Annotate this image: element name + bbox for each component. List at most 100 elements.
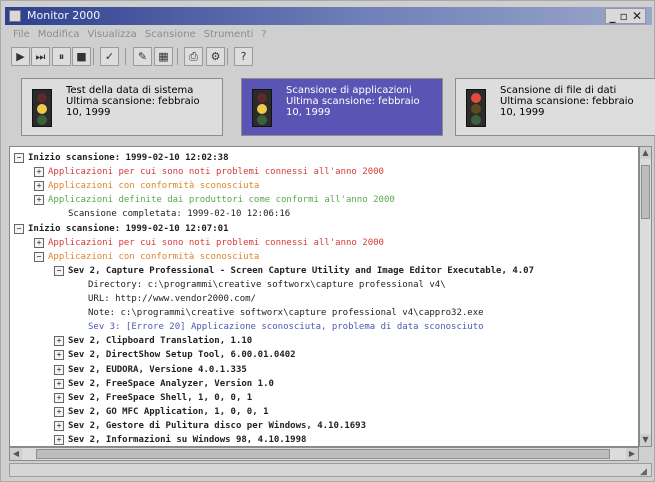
log-text: Note: c:\programmi\creative softworx\cap…	[88, 308, 484, 319]
scan-card-line: Scansione di applicazioni	[286, 85, 412, 96]
scroll-left-icon[interactable]: ◀	[10, 448, 22, 460]
log-row: + Applicazioni con conformità sconosciuta	[10, 179, 638, 193]
scan-card-text: Scansione di file di dati Ultima scansion…	[500, 85, 654, 118]
scan-cards: Test della data di sistema Ultima scansio…	[9, 75, 655, 141]
tree-toggle-icon[interactable]: +	[34, 167, 44, 178]
menu-bar: File Modifica Visualizza Scansione Strumenti…	[5, 27, 652, 43]
log-row: + Sev 2, FreeSpace Shell, 1, 0, 0, 1	[10, 391, 638, 405]
log-row: + Sev 2, Gestore di Pulitura disco per Wi…	[10, 419, 638, 433]
tree-toggle-icon[interactable]: +	[54, 336, 64, 347]
scan-card-line: Test della data di sistema	[66, 85, 194, 96]
log-text: Applicazioni definite dai produttori com…	[48, 195, 395, 206]
play-button[interactable]: ▶	[11, 47, 30, 66]
scan-card-text: Scansione di applicazioni Ultima scansion…	[286, 85, 440, 118]
tree-toggle-icon[interactable]: +	[34, 181, 44, 192]
traffic-light-icon	[252, 89, 272, 127]
menu-strumenti[interactable]: Strumenti	[204, 27, 254, 43]
title-bar[interactable]: Monitor 2000 _ ▫ ✕	[5, 7, 652, 25]
traffic-light-icon	[466, 89, 486, 127]
log-row: Directory: c:\programmi\creative softwor…	[10, 278, 638, 292]
horizontal-scroll-thumb[interactable]	[36, 449, 610, 459]
tree-toggle-icon[interactable]: +	[54, 378, 64, 389]
report-button[interactable]: ▦	[154, 47, 173, 66]
log-text: URL: http://www.vendor2000.com/	[88, 294, 256, 304]
scan-card-line: Ultima scansione: febbraio	[66, 96, 200, 107]
scroll-up-icon[interactable]: ▲	[640, 147, 651, 159]
tree-toggle-icon[interactable]: −	[34, 251, 44, 262]
log-row: Sev 3: [Errore 20] Applicazione sconosci…	[10, 320, 638, 334]
toolbar-separator	[125, 48, 126, 65]
log-row: − Sev 2, Capture Professional - Screen Ca…	[10, 264, 638, 278]
log-row: − Inizio scansione: 1999-02-10 12:02:38	[10, 151, 638, 165]
menu-modifica[interactable]: Modifica	[38, 27, 80, 43]
tree-toggle-icon[interactable]: +	[54, 435, 64, 445]
menu--[interactable]: ?	[261, 27, 266, 43]
tree-toggle-icon[interactable]: +	[54, 364, 64, 375]
scan-card-1[interactable]: Test della data di sistema Ultima scansio…	[21, 78, 223, 136]
log-row: URL: http://www.vendor2000.com/	[10, 292, 638, 306]
scan-card-line: Scansione di file di dati	[500, 85, 617, 96]
horizontal-scrollbar[interactable]: ◀ ▶	[9, 447, 639, 461]
log-text: Scansione completata: 1999-02-10 12:06:1…	[68, 209, 291, 220]
scan-card-line: Ultima scansione: febbraio	[500, 96, 634, 107]
log-row: + Applicazioni per cui sono noti problemi…	[10, 236, 638, 250]
print-button[interactable]: ⎙	[184, 47, 203, 66]
log-row: − Inizio scansione: 1999-02-10 12:07:01	[10, 222, 638, 236]
log-row: + Applicazioni definite dai produttori co…	[10, 193, 638, 207]
stop-button[interactable]: ■	[72, 47, 91, 66]
tree-toggle-icon[interactable]: −	[14, 223, 24, 234]
log-text: Sev 2, Capture Professional - Screen Cap…	[68, 265, 534, 276]
status-bar	[9, 463, 652, 477]
toolbar-separator	[93, 48, 94, 65]
log-text: Sev 2, EUDORA, Versione 4.0.1.335	[68, 364, 247, 375]
scan-card-line: Ultima scansione: febbraio	[286, 96, 420, 107]
menu-file[interactable]: File	[13, 27, 30, 43]
log-row: + Sev 2, GO MFC Application, 1, 0, 0, 1	[10, 405, 638, 419]
tree-toggle-icon[interactable]: −	[14, 153, 24, 163]
log-text: Sev 2, Informazioni su Windows 98, 4.10.…	[68, 435, 307, 445]
next-button[interactable]: ⏭	[31, 47, 50, 66]
log-text: Sev 2, DirectShow Setup Tool, 6.00.01.04…	[68, 350, 296, 361]
vertical-scrollbar[interactable]: ▲ ▼	[639, 146, 652, 447]
scroll-down-icon[interactable]: ▼	[640, 434, 651, 446]
log-text: Directory: c:\programmi\creative softwor…	[88, 279, 446, 290]
tree-toggle-icon[interactable]: +	[54, 392, 64, 403]
scan-card-line: 10, 1999	[500, 107, 545, 118]
log-row: + Sev 2, Informazioni su Windows 98, 4.10…	[10, 433, 638, 446]
tree-toggle-icon[interactable]: +	[34, 195, 44, 206]
scan-card-line: 10, 1999	[286, 107, 331, 118]
tree-toggle-icon[interactable]: +	[34, 237, 44, 248]
options-button[interactable]: ✓	[100, 47, 119, 66]
tools-button[interactable]: ⚙	[206, 47, 225, 66]
toolbar-separator	[177, 48, 178, 65]
log-text: Inizio scansione: 1999-02-10 12:07:01	[28, 223, 229, 234]
log-text: Applicazioni con conformità sconosciuta	[48, 181, 260, 192]
app-title: Monitor 2000	[27, 9, 101, 22]
app-window: Monitor 2000 _ ▫ ✕ File Modifica Visualizz…	[0, 0, 655, 482]
tree-toggle-icon[interactable]: +	[54, 420, 64, 431]
log-row: Scansione completata: 1999-02-10 12:06:1…	[10, 207, 638, 221]
scan-card-3[interactable]: Scansione di file di dati Ultima scansion…	[455, 78, 655, 136]
log-text: Applicazioni per cui sono noti problemi …	[48, 237, 384, 248]
log-row: Note: c:\programmi\creative softworx\cap…	[10, 306, 638, 320]
log-row: + Sev 2, Clipboard Translation, 1.10	[10, 334, 638, 348]
log-row: + Sev 2, DirectShow Setup Tool, 6.00.01.0…	[10, 348, 638, 362]
log-row: + Sev 2, FreeSpace Analyzer, Version 1.0	[10, 377, 638, 391]
menu-visualizza[interactable]: Visualizza	[88, 27, 137, 43]
scan-log: − Inizio scansione: 1999-02-10 12:02:38 + A…	[9, 146, 639, 447]
help-button[interactable]: ?	[234, 47, 253, 66]
scroll-right-icon[interactable]: ▶	[626, 448, 638, 460]
menu-scansione[interactable]: Scansione	[145, 27, 196, 43]
vertical-scroll-thumb[interactable]	[641, 165, 650, 219]
tree-toggle-icon[interactable]: −	[54, 265, 64, 276]
toolbar: ▶ ⏭ ⏸ ■ ✓ ✎ ▦ ⎙ ⚙?	[5, 45, 652, 69]
log-text: Sev 3: [Errore 20] Applicazione sconosci…	[88, 322, 484, 333]
window-controls[interactable]: _ ▫ ✕	[605, 8, 646, 24]
pause-button[interactable]: ⏸	[52, 47, 71, 66]
scan-card-2[interactable]: Scansione di applicazioni Ultima scansion…	[241, 78, 443, 136]
resize-grip-icon[interactable]: ◢	[640, 467, 650, 477]
tree-toggle-icon[interactable]: +	[54, 406, 64, 417]
tree-toggle-icon[interactable]: +	[54, 350, 64, 361]
log-text: Sev 2, Gestore di Pulitura disco per Win…	[68, 420, 367, 431]
edit-button[interactable]: ✎	[133, 47, 152, 66]
